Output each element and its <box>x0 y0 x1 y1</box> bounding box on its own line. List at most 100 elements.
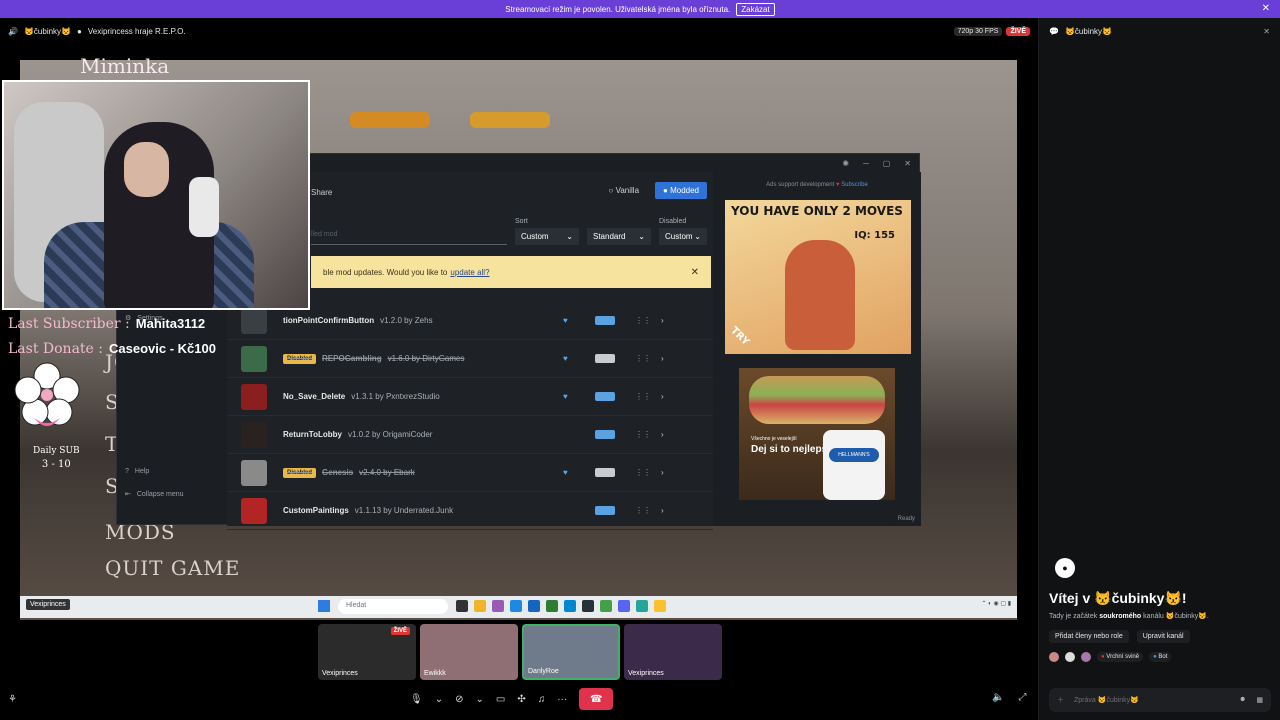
chevron-right-icon[interactable]: › <box>661 506 664 515</box>
chevron-right-icon[interactable]: › <box>661 354 664 363</box>
participant-tile[interactable]: Ewikkk <box>420 624 518 680</box>
drag-handle-icon[interactable]: ⋮⋮ <box>635 430 651 439</box>
last-donate-value: Caseovic - Kč100 <box>109 341 216 356</box>
close-icon[interactable]: ✕ <box>904 159 911 168</box>
soundboard-icon[interactable]: ♫ <box>538 694 546 705</box>
add-members-button[interactable]: Přidat členy nebo role <box>1049 630 1129 643</box>
subscribe-link[interactable]: Subscribe <box>841 182 868 188</box>
channel-name[interactable]: 😾čubinky😾 <box>24 27 71 36</box>
mode-modded[interactable]: ● Modded <box>655 182 707 199</box>
chevron-right-icon[interactable]: › <box>661 468 664 477</box>
mod-thumbnail <box>241 383 267 410</box>
speaker-icon[interactable]: 🔊 <box>8 27 18 36</box>
maximize-icon[interactable]: ▢ <box>883 159 891 168</box>
edit-channel-button[interactable]: Upravit kanál <box>1136 630 1190 643</box>
mod-toggle[interactable] <box>595 430 615 439</box>
steam-icon <box>582 600 594 612</box>
emoji-icon[interactable]: ☻ <box>1239 696 1246 704</box>
chevron-down-icon[interactable]: ⌄ <box>435 694 443 705</box>
chat-input[interactable]: ＋ Zpráva 😾čubinky😾 ☻ ▦ <box>1049 688 1271 712</box>
ad-puzzle-game[interactable]: YOU HAVE ONLY 2 MOVES IQ: 155 TRY <box>725 200 911 354</box>
mod-toggle[interactable] <box>595 506 615 515</box>
drag-handle-icon[interactable]: ⋮⋮ <box>635 316 651 325</box>
mod-toggle[interactable] <box>595 316 615 325</box>
chevron-down-icon[interactable]: ⌄ <box>475 694 483 705</box>
chat-description: Tady je začátek soukromého kanálu 😾čubin… <box>1049 612 1209 620</box>
chat-roles: ● Vrchní svině ● Bot <box>1049 652 1172 662</box>
participant-name: Vexiprinces <box>628 670 664 677</box>
minimize-icon[interactable]: ─ <box>863 159 869 168</box>
mod-version: v1.1.13 by Underrated.Junk <box>354 506 454 515</box>
sidebar-item-help[interactable]: ? Help <box>125 468 149 475</box>
call-controls: 🎙 ⌄ ⊘ ⌄ ▭ ✣ ♫ ··· ☎ <box>410 688 614 710</box>
close-icon[interactable]: ✕ <box>1262 3 1270 14</box>
favorite-heart-icon[interactable]: ♥ <box>563 392 568 401</box>
mod-toggle[interactable] <box>595 392 615 401</box>
drag-handle-icon[interactable]: ⋮⋮ <box>635 392 651 401</box>
live-badge: ŽIVĚ <box>1006 26 1030 36</box>
favorite-heart-icon[interactable]: ♥ <box>563 316 568 325</box>
sidebar-item-collapse[interactable]: ⇤ Collapse menu <box>125 490 184 499</box>
drag-handle-icon[interactable]: ⋮⋮ <box>635 354 651 363</box>
microphone-icon[interactable]: 🎙 <box>410 694 423 705</box>
activities-icon[interactable]: ✣ <box>517 694 525 705</box>
mod-title: ReturnToLobby <box>283 430 342 439</box>
mod-toggle[interactable] <box>595 468 615 477</box>
mod-row[interactable]: ReturnToLobby v1.0.2 by OrigamiCoder ⋮⋮ › <box>227 416 713 454</box>
participant-name: DanlyRoe <box>528 668 559 675</box>
leave-call-button[interactable]: ☎ <box>579 688 614 710</box>
apps-icon[interactable]: ▦ <box>1256 696 1263 704</box>
ad-brand: HELLMANN'S <box>829 448 879 462</box>
mod-row[interactable]: No_Save_Delete v1.3.1 by PxntxrezStudio ♥ ⋮… <box>227 378 713 416</box>
update-all-link[interactable]: update all? <box>450 268 489 277</box>
mod-thumbnail <box>241 307 267 334</box>
user-avatar: ● <box>77 26 82 36</box>
mod-row[interactable]: CustomPaintings v1.1.13 by Underrated.Jun… <box>227 492 713 530</box>
favorite-heart-icon[interactable]: ♥ <box>563 468 568 477</box>
search-input[interactable]: lled mod <box>311 227 507 245</box>
screen-share-icon[interactable]: ▭ <box>496 694 505 705</box>
fullscreen-icon[interactable]: ⤢ <box>1018 692 1026 703</box>
discord-icon <box>618 600 630 612</box>
chevron-right-icon[interactable]: › <box>661 316 664 325</box>
settings-icon[interactable]: ✺ <box>842 159 849 168</box>
more-icon[interactable]: ··· <box>557 694 567 705</box>
mod-name: CustomPaintings v1.1.13 by Underrated.Jun… <box>283 506 453 515</box>
disabled-dropdown[interactable]: Disabled Custom ⌄ <box>659 218 707 245</box>
view-controls: 🔈 ⤢ <box>992 692 1026 703</box>
ad-mayonnaise[interactable]: Všechno je veselejší Dej si to nejlepší … <box>739 368 895 500</box>
role-badge: ● Vrchní svině <box>1097 652 1144 662</box>
mod-version: v1.0.2 by OrigamiCoder <box>347 430 433 439</box>
activity-icon[interactable]: ⚘ <box>8 694 17 705</box>
disable-streaming-mode-button[interactable]: Zakázat <box>736 2 775 16</box>
webcam-overlay <box>2 80 310 310</box>
sort-order-dropdown[interactable]: Standard ⌄ <box>587 225 651 245</box>
chevron-right-icon[interactable]: › <box>661 430 664 439</box>
close-icon[interactable]: ✕ <box>1263 27 1270 36</box>
share-button[interactable]: Share <box>311 188 332 197</box>
close-icon[interactable]: ✕ <box>691 267 699 278</box>
last-subscriber: Last Subscriber : Mahita3112 <box>8 316 205 332</box>
sort-dropdown[interactable]: Sort Custom ⌄ <box>515 218 579 245</box>
plus-icon[interactable]: ＋ <box>1057 695 1064 705</box>
mode-vanilla[interactable]: ○ Vanilla <box>601 182 647 199</box>
mod-row[interactable]: Disabled Genesis v2.4.0 by Ebark ♥ ⋮⋮ › <box>227 454 713 492</box>
mod-name: Disabled Genesis v2.4.0 by Ebark <box>283 467 415 478</box>
chevron-right-icon[interactable]: › <box>661 392 664 401</box>
participant-tile[interactable]: Vexiprinces <box>624 624 722 680</box>
mod-name: No_Save_Delete v1.3.1 by PxntxrezStudio <box>283 392 440 401</box>
camera-off-icon[interactable]: ⊘ <box>455 694 463 705</box>
app-icon <box>636 600 648 612</box>
participant-tile[interactable]: ŽIVĚ Vexiprinces <box>318 624 416 680</box>
ad-slogan: Dej si to nejlepší <box>751 444 830 455</box>
drag-handle-icon[interactable]: ⋮⋮ <box>635 506 651 515</box>
ceiling-light <box>470 112 550 128</box>
mod-toggle[interactable] <box>595 354 615 363</box>
role-label: Bot <box>1158 654 1168 660</box>
mod-row[interactable]: Disabled REPOGambling v1.6.0 by DirtyGames… <box>227 340 713 378</box>
drag-handle-icon[interactable]: ⋮⋮ <box>635 468 651 477</box>
participant-tile[interactable]: DanlyRoe <box>522 624 620 680</box>
app-icon <box>456 600 468 612</box>
volume-icon[interactable]: 🔈 <box>992 692 1004 703</box>
favorite-heart-icon[interactable]: ♥ <box>563 354 568 363</box>
